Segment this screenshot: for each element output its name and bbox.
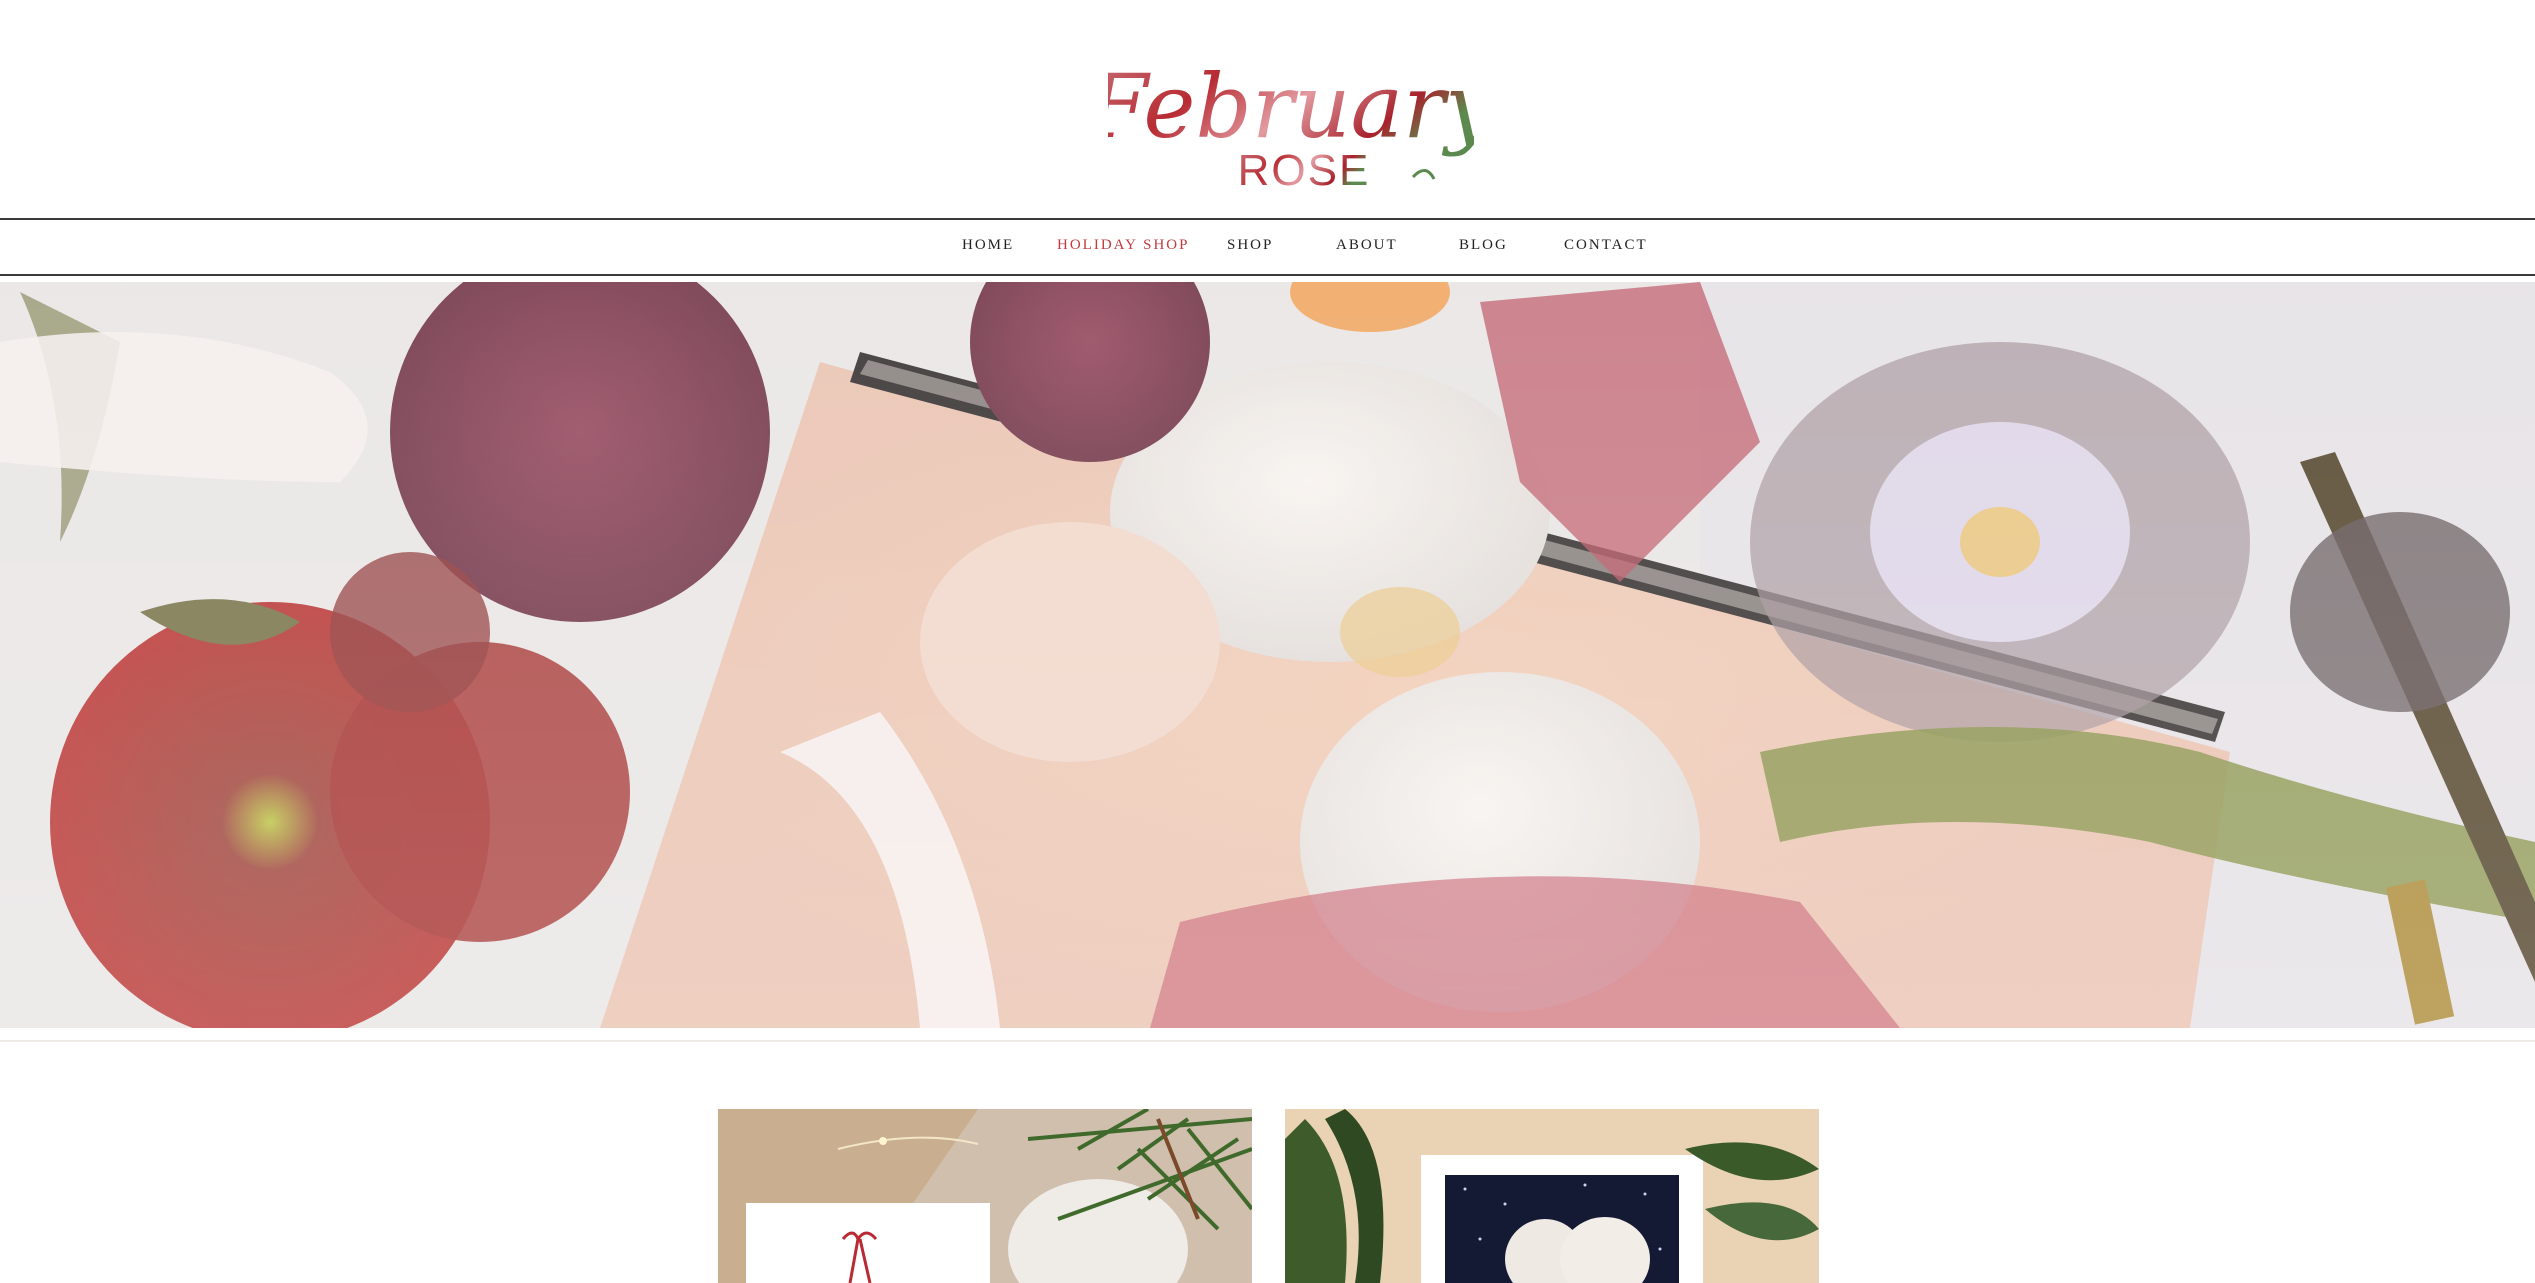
nav-item-about[interactable]: ABOUT bbox=[1336, 237, 1398, 254]
nav-item-holiday-shop[interactable]: HOLIDAY SHOP bbox=[1057, 237, 1190, 254]
product-card-art-print[interactable] bbox=[1285, 1109, 1819, 1283]
site-header: February ROSE bbox=[0, 0, 2535, 218]
hero-banner: 1492 bbox=[0, 282, 2535, 1028]
logo-leaf-icon bbox=[1411, 169, 1436, 180]
site-logo[interactable]: February ROSE bbox=[1108, 55, 1474, 205]
nav-list: HOME HOLIDAY SHOP SHOP ABOUT BLOG CONTAC… bbox=[0, 220, 2535, 274]
product-image-1 bbox=[718, 1109, 1252, 1283]
logo-script-text: February bbox=[1108, 55, 1474, 158]
main-nav: HOME HOLIDAY SHOP SHOP ABOUT BLOG CONTAC… bbox=[0, 218, 2535, 276]
nav-item-contact[interactable]: CONTACT bbox=[1564, 237, 1648, 254]
hero-divider bbox=[0, 1040, 2535, 1042]
product-card-holiday-card[interactable] bbox=[718, 1109, 1252, 1283]
logo-caps-text: ROSE bbox=[1238, 146, 1371, 195]
logo-image: February ROSE bbox=[1108, 55, 1474, 195]
nav-item-home[interactable]: HOME bbox=[962, 237, 1014, 254]
nav-item-blog[interactable]: BLOG bbox=[1459, 237, 1508, 254]
hero-image: 1492 bbox=[0, 282, 2535, 1028]
product-image-2 bbox=[1285, 1109, 1819, 1283]
nav-item-shop[interactable]: SHOP bbox=[1227, 237, 1273, 254]
